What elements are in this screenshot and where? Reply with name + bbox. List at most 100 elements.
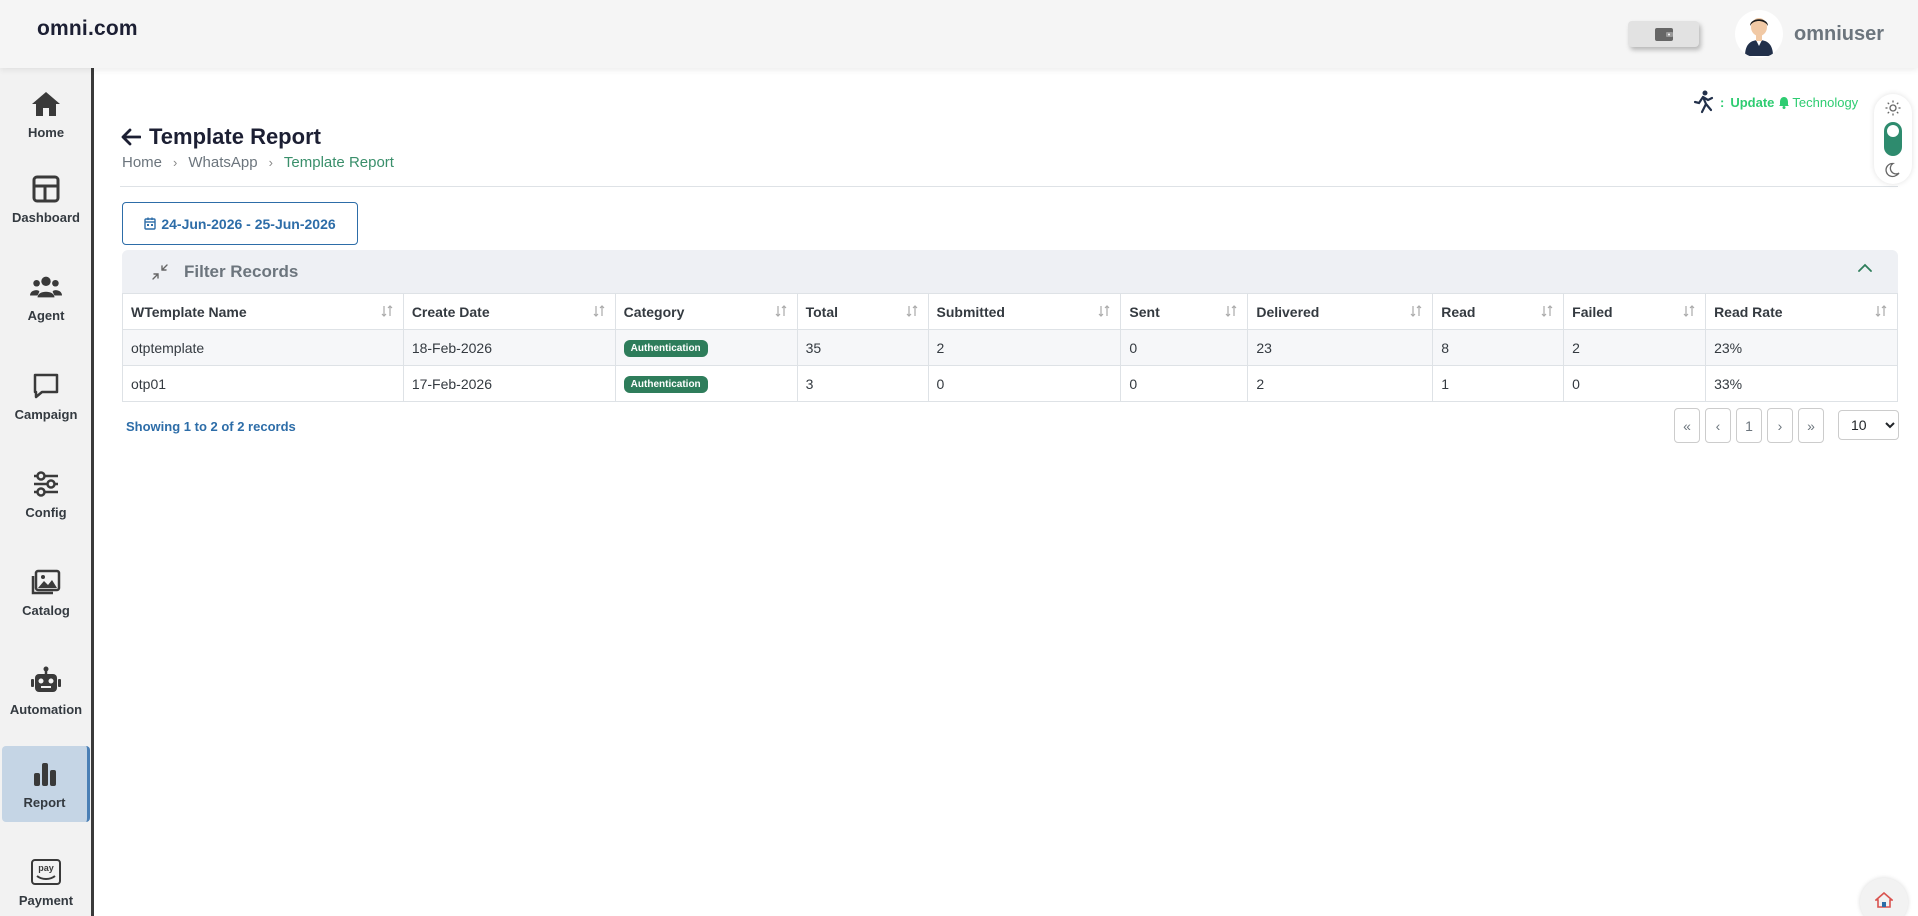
cell-delivered: 2 <box>1247 365 1434 402</box>
column-header-total[interactable]: Total <box>796 293 929 330</box>
date-range-text: 24-Jun-2026 - 25-Jun-2026 <box>161 215 336 232</box>
sort-icon <box>1875 305 1887 317</box>
user-avatar-icon <box>1745 18 1773 56</box>
breadcrumb-whatsapp[interactable]: WhatsApp <box>188 154 257 171</box>
template-report-table: WTemplate Name Create Date Category Tota… <box>122 293 1898 402</box>
column-header-template-name[interactable]: WTemplate Name <box>122 293 404 330</box>
cell-total: 3 <box>796 365 929 402</box>
column-header-delivered[interactable]: Delivered <box>1247 293 1434 330</box>
sidebar-item-report[interactable]: Report <box>2 746 90 822</box>
report-icon <box>29 758 61 790</box>
arrow-left-icon <box>121 128 141 146</box>
sort-icon <box>775 305 787 317</box>
campaign-icon <box>30 370 62 402</box>
last-page-button[interactable]: » <box>1798 408 1824 443</box>
prev-page-button[interactable]: ‹ <box>1705 408 1731 443</box>
config-icon <box>30 468 62 500</box>
sidebar-item-label: Catalog <box>22 603 70 618</box>
sort-icon <box>1683 305 1695 317</box>
user-menu[interactable]: omniuser <box>1735 10 1884 58</box>
update-prefix: : <box>1720 94 1725 110</box>
top-header: omni.com omniuser <box>0 0 1918 68</box>
wallet-icon <box>1654 28 1673 41</box>
cell-read: 1 <box>1432 365 1565 402</box>
cell-create-date: 18-Feb-2026 <box>402 329 616 366</box>
sidebar-item-label: Automation <box>9 702 83 717</box>
cell-read-rate: 23% <box>1705 329 1898 366</box>
cell-create-date: 17-Feb-2026 <box>402 365 616 402</box>
sidebar-item-payment[interactable]: pay Payment <box>2 844 90 916</box>
date-range-button[interactable]: 24-Jun-2026 - 25-Jun-2026 <box>122 202 358 245</box>
sidebar-item-label: Report <box>23 795 66 810</box>
back-button[interactable] <box>121 128 141 146</box>
sort-icon <box>1225 305 1237 317</box>
brand-logo[interactable]: omni.com <box>37 17 138 41</box>
agent-icon <box>30 271 62 303</box>
cell-read-rate: 33% <box>1705 365 1898 402</box>
sort-icon <box>1098 305 1110 317</box>
chevron-up-icon[interactable] <box>1858 263 1872 272</box>
theme-toggle[interactable] <box>1874 94 1912 184</box>
cell-template-name: otptemplate <box>122 329 404 366</box>
page-title: Template Report <box>121 124 321 150</box>
home-icon <box>30 88 62 120</box>
breadcrumb-current: Template Report <box>283 154 394 171</box>
sort-icon <box>906 305 918 317</box>
sun-icon <box>1885 100 1901 116</box>
dashboard-icon <box>30 173 62 205</box>
chevron-right-icon: › <box>268 155 273 170</box>
sidebar-item-label: Config <box>25 505 67 520</box>
column-header-read[interactable]: Read <box>1432 293 1565 330</box>
sidebar: Home Dashboard Agent Campaign Config Cat… <box>0 68 94 916</box>
update-label: Update <box>1730 94 1775 110</box>
next-page-button[interactable]: › <box>1767 408 1793 443</box>
cell-total: 35 <box>796 329 929 366</box>
sort-icon <box>381 305 393 317</box>
breadcrumb-home[interactable]: Home <box>122 154 162 171</box>
sidebar-item-label: Dashboard <box>12 210 80 225</box>
filter-records-title: Filter Records <box>184 261 299 281</box>
column-header-sent[interactable]: Sent <box>1120 293 1249 330</box>
page-number-button[interactable]: 1 <box>1736 408 1762 443</box>
sort-icon <box>1410 305 1422 317</box>
sidebar-item-home[interactable]: Home <box>2 76 90 152</box>
theme-switch[interactable] <box>1884 122 1902 156</box>
column-header-submitted[interactable]: Submitted <box>927 293 1122 330</box>
column-header-create-date[interactable]: Create Date <box>402 293 616 330</box>
category-badge: Authentication <box>623 376 708 393</box>
cell-submitted: 2 <box>927 329 1122 366</box>
chevron-right-icon: › <box>173 155 178 170</box>
home-shortcut-button[interactable] <box>1860 878 1908 916</box>
bell-icon <box>1779 96 1790 109</box>
page-size-select[interactable]: 10 <box>1838 410 1899 440</box>
filter-records-bar[interactable]: Filter Records <box>122 250 1898 293</box>
update-ticker: : Update Technology <box>1692 90 1878 114</box>
table-row: otptemplate 18-Feb-2026 Authentication 3… <box>122 329 1898 366</box>
sidebar-item-automation[interactable]: Automation <box>2 653 90 729</box>
divider <box>120 186 1898 187</box>
cell-submitted: 0 <box>927 365 1122 402</box>
robot-icon <box>30 665 62 697</box>
avatar <box>1735 10 1783 58</box>
sidebar-item-dashboard[interactable]: Dashboard <box>2 161 90 237</box>
column-header-failed[interactable]: Failed <box>1563 293 1707 330</box>
catalog-icon <box>30 566 62 598</box>
cell-failed: 2 <box>1563 329 1707 366</box>
sidebar-item-catalog[interactable]: Catalog <box>2 554 90 630</box>
first-page-button[interactable]: « <box>1674 408 1700 443</box>
column-header-category[interactable]: Category <box>614 293 798 330</box>
table-header-row: WTemplate Name Create Date Category Tota… <box>122 293 1898 330</box>
house-icon <box>1875 892 1893 908</box>
sidebar-item-campaign[interactable]: Campaign <box>2 358 90 434</box>
cell-failed: 0 <box>1563 365 1707 402</box>
cell-sent: 0 <box>1120 329 1249 366</box>
column-header-read-rate[interactable]: Read Rate <box>1705 293 1898 330</box>
amazon-pay-icon: pay <box>30 856 62 888</box>
svg-text:pay: pay <box>38 863 54 873</box>
wallet-button[interactable] <box>1628 21 1699 47</box>
page-title-text: Template Report <box>149 124 321 149</box>
sidebar-item-config[interactable]: Config <box>2 456 90 532</box>
sort-icon <box>593 305 605 317</box>
sidebar-item-agent[interactable]: Agent <box>2 259 90 335</box>
sidebar-item-label: Payment <box>18 893 74 908</box>
